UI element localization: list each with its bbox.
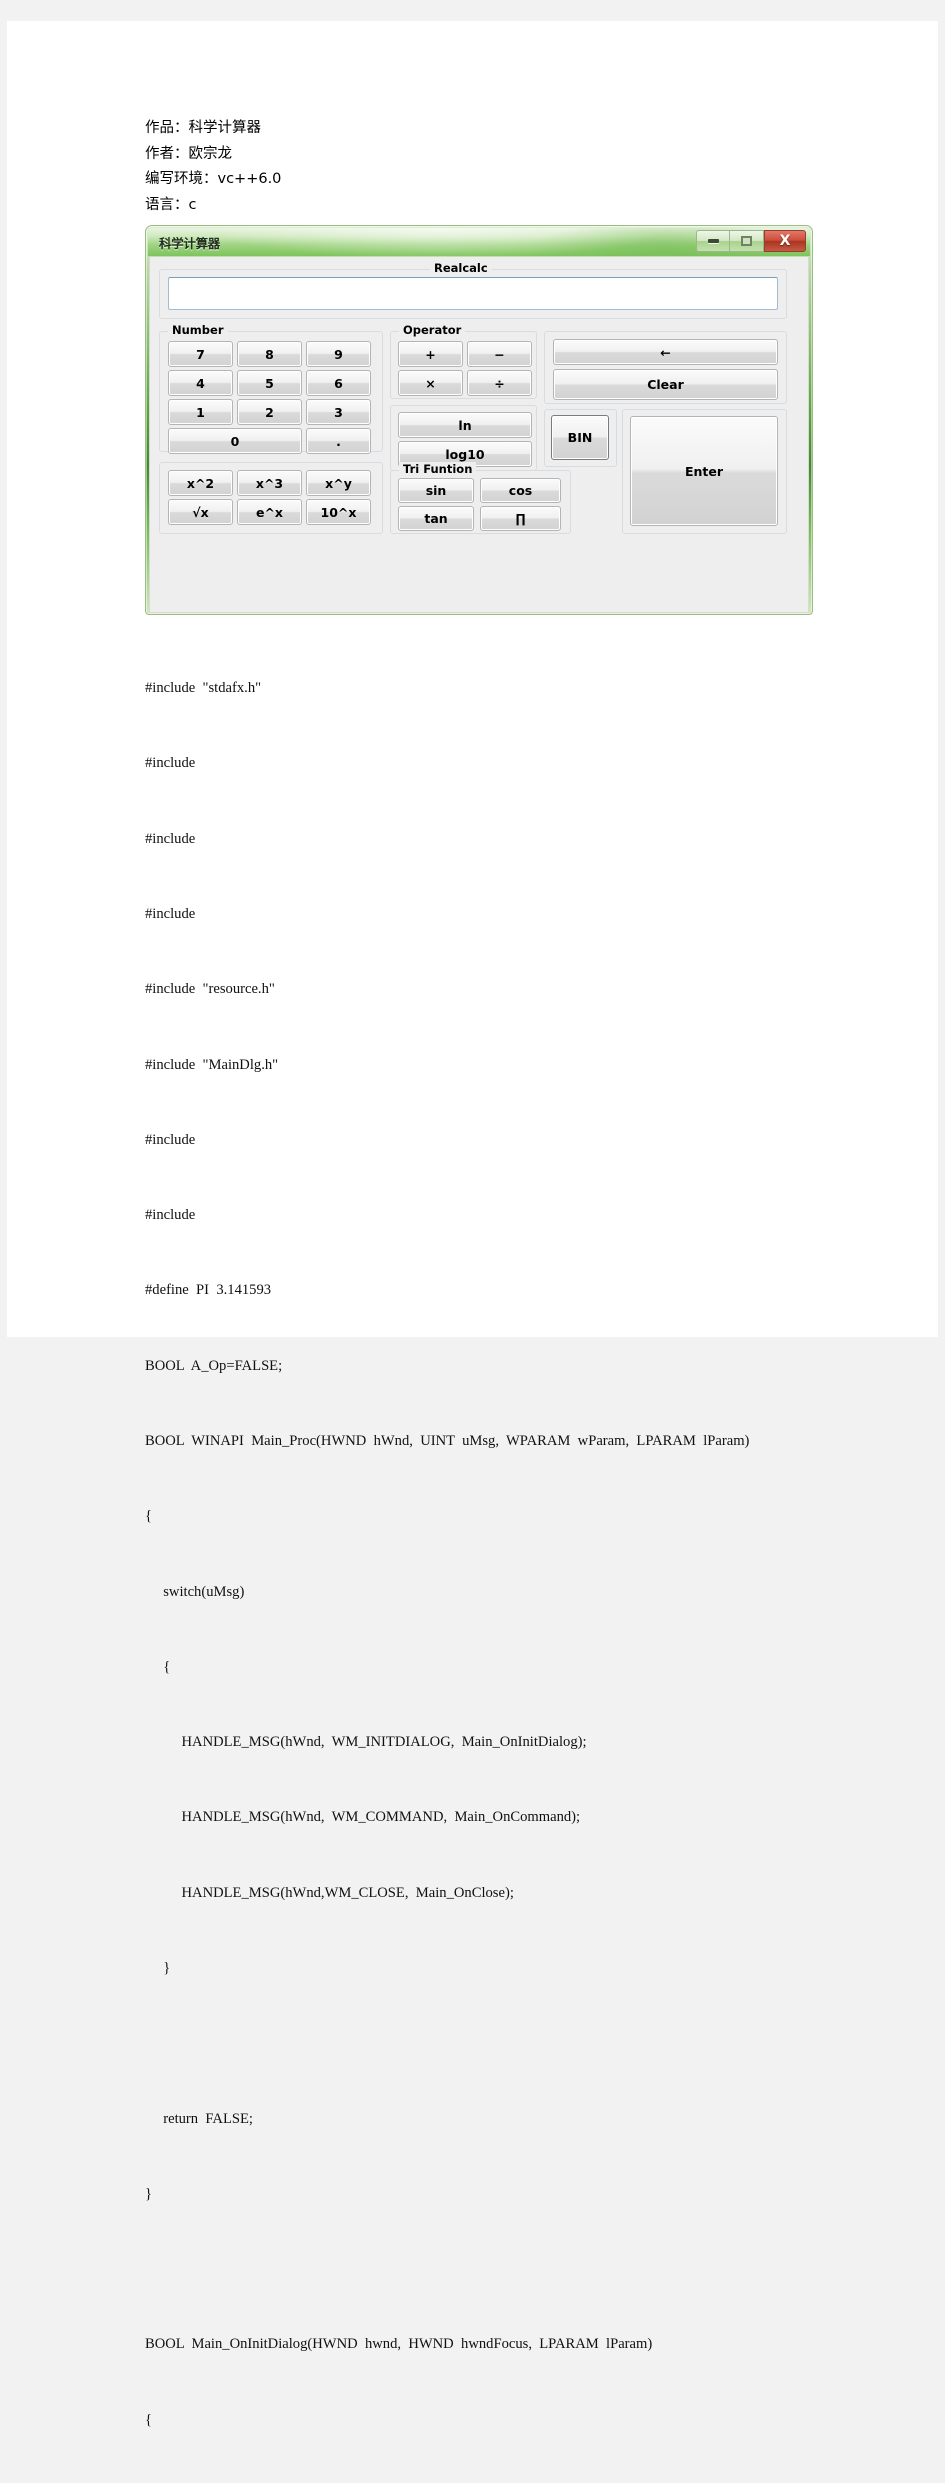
display-input[interactable]: [168, 277, 778, 310]
key-tan[interactable]: tan: [398, 506, 474, 531]
group-realcalc-label: Realcalc: [430, 261, 492, 275]
code-line: HANDLE_MSG(hWnd,WM_CLOSE, Main_OnClose);: [145, 1884, 514, 1901]
code-line: #include: [145, 1131, 196, 1148]
code-line: switch(uMsg): [145, 1583, 245, 1600]
key-x-squared[interactable]: x^2: [168, 470, 233, 496]
key-2[interactable]: 2: [237, 399, 302, 425]
key-divide[interactable]: ÷: [467, 370, 532, 396]
key-decimal[interactable]: .: [306, 428, 371, 454]
code-line: {: [145, 2411, 153, 2428]
maximize-icon[interactable]: [730, 230, 764, 252]
group-number-label: Number: [168, 323, 228, 337]
key-3[interactable]: 3: [306, 399, 371, 425]
code-line: #include: [145, 755, 196, 772]
key-4[interactable]: 4: [168, 370, 233, 396]
code-line: BOOL Main_OnInitDialog(HWND hwnd, HWND h…: [145, 2336, 653, 2353]
key-cos[interactable]: cos: [480, 478, 561, 503]
code-line: HANDLE_MSG(hWnd, WM_COMMAND, Main_OnComm…: [145, 1809, 581, 1826]
code-line: #include: [145, 906, 196, 923]
code-line: #include "MainDlg.h": [145, 1056, 279, 1073]
code-line: }: [145, 2185, 153, 2202]
meta-line-language: 语言：c: [145, 196, 197, 213]
bin-button[interactable]: BIN: [551, 415, 609, 460]
key-sin[interactable]: sin: [398, 478, 474, 503]
key-6[interactable]: 6: [306, 370, 371, 396]
key-5[interactable]: 5: [237, 370, 302, 396]
close-label: X: [779, 233, 791, 249]
code-line: }: [145, 1959, 171, 1976]
code-line: #include: [145, 830, 196, 847]
key-10-pow-x[interactable]: 10^x: [306, 499, 371, 525]
group-tri-function-label: Tri Funtion: [399, 462, 477, 476]
key-add[interactable]: +: [398, 341, 463, 367]
key-subtract[interactable]: −: [467, 341, 532, 367]
code-line: #include "stdafx.h": [145, 680, 262, 697]
meta-header: 作品：科学计算器 作者：欧宗龙 编写环境：vc++6.0 语言：c: [145, 116, 865, 218]
code-line: BOOL A_Op=FALSE;: [145, 1357, 283, 1374]
backspace-button[interactable]: ←: [553, 339, 778, 365]
key-x-pow-y[interactable]: x^y: [306, 470, 371, 496]
code-line: BOOL WINAPI Main_Proc(HWND hWnd, UINT uM…: [145, 1433, 750, 1449]
key-sqrt-x[interactable]: √x: [168, 499, 233, 525]
key-8[interactable]: 8: [237, 341, 302, 367]
calculator-window: 科学计算器 X Realcalc Number 7 8 9 4 5 6 1 2 …: [145, 225, 813, 615]
code-line: {: [145, 1658, 171, 1675]
close-icon[interactable]: X: [764, 230, 806, 252]
calculator-client-area: Realcalc Number 7 8 9 4 5 6 1 2 3 0 . x^…: [149, 257, 809, 613]
window-controls: X: [696, 230, 806, 252]
key-1[interactable]: 1: [168, 399, 233, 425]
code-line: {: [145, 1508, 153, 1525]
group-operator-label: Operator: [399, 323, 466, 337]
enter-button[interactable]: Enter: [630, 416, 778, 526]
meta-line-environment: 编写环境：vc++6.0: [145, 171, 282, 187]
meta-line-author: 作者：欧宗龙: [145, 145, 232, 162]
key-pi[interactable]: ∏: [480, 506, 561, 531]
source-code-block: #include "stdafx.h" #include #include #i…: [145, 626, 865, 2483]
key-e-pow-x[interactable]: e^x: [237, 499, 302, 525]
key-0[interactable]: 0: [168, 428, 302, 454]
key-9[interactable]: 9: [306, 341, 371, 367]
key-multiply[interactable]: ×: [398, 370, 463, 396]
code-line: #define PI 3.141593: [145, 1282, 272, 1299]
code-line: #include "resource.h": [145, 981, 275, 998]
code-line: HANDLE_MSG(hWnd, WM_INITDIALOG, Main_OnI…: [145, 1734, 587, 1751]
minimize-icon[interactable]: [696, 230, 730, 252]
code-line: return FALSE;: [145, 2110, 253, 2127]
key-7[interactable]: 7: [168, 341, 233, 367]
meta-line-title: 作品：科学计算器: [145, 120, 261, 136]
code-line: #include: [145, 1207, 196, 1224]
window-title: 科学计算器: [159, 236, 221, 251]
document-body: 作品：科学计算器 作者：欧宗龙 编写环境：vc++6.0 语言：c 科学计算器 …: [145, 116, 865, 2483]
clear-button[interactable]: Clear: [553, 369, 778, 400]
document-page: 作品：科学计算器 作者：欧宗龙 编写环境：vc++6.0 语言：c 科学计算器 …: [7, 21, 938, 2428]
window-titlebar: 科学计算器 X: [148, 228, 810, 256]
key-x-cubed[interactable]: x^3: [237, 470, 302, 496]
key-ln[interactable]: ln: [398, 412, 532, 438]
